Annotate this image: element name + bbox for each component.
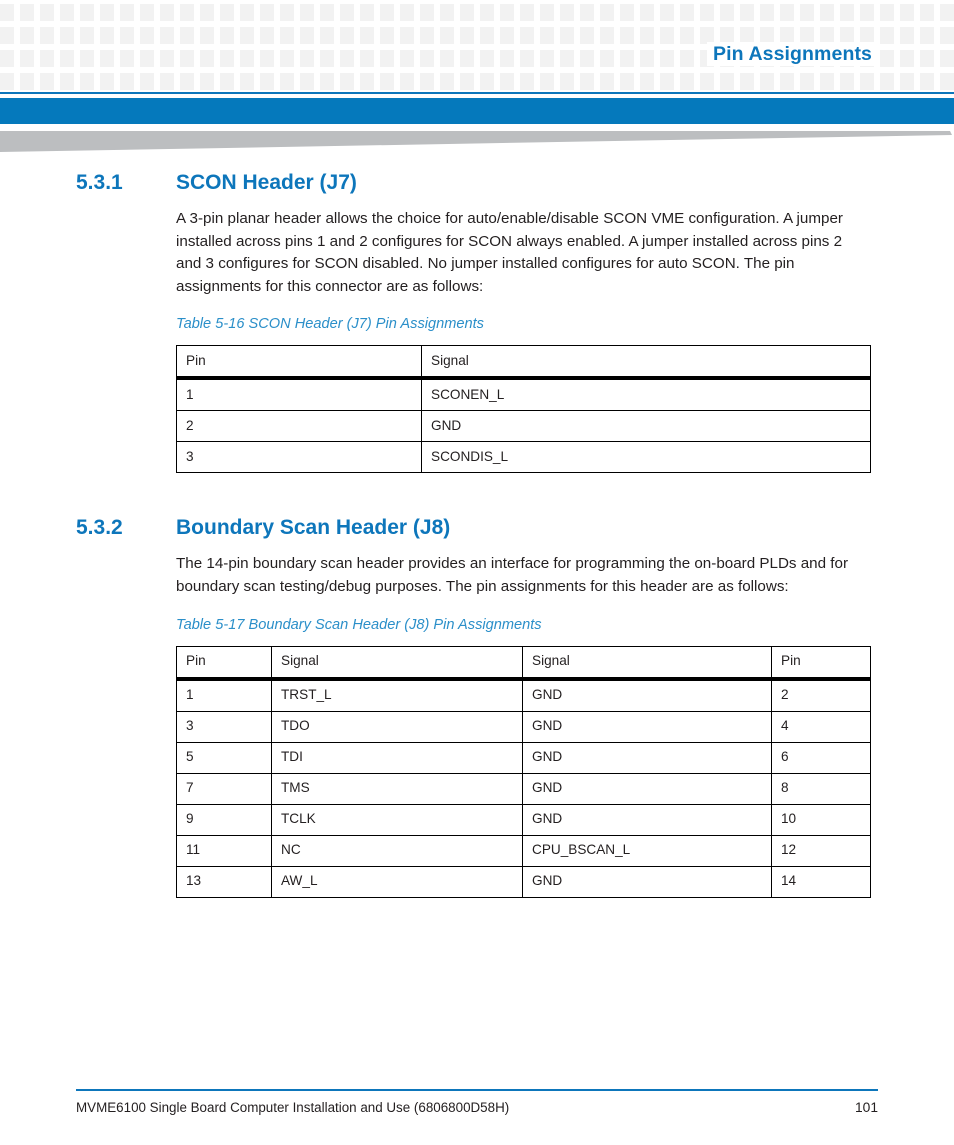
cell-pin: 2 [176,410,422,443]
footer-page-number: 101 [854,1100,878,1115]
cell-pin-right: 8 [771,772,871,805]
section-paragraph: The 14-pin boundary scan header provides… [176,555,849,595]
cell-signal-left: TCLK [271,803,523,836]
cell-signal: GND [421,410,871,443]
table-header-row: Pin Signal [176,345,871,381]
footer-rule [76,1089,878,1091]
cell-pin: 3 [176,441,422,474]
cell-signal-left: NC [271,834,523,867]
header-blue-band [0,98,954,124]
section-title: SCON Header (J7) [176,171,357,194]
table-caption: Table 5-17 Boundary Scan Header (J8) Pin… [176,616,542,633]
table-row: 13 AW_L GND 14 [176,865,871,898]
footer-document-title: MVME6100 Single Board Computer Installat… [76,1100,510,1115]
table-row: 3 SCONDIS_L [176,441,871,474]
column-header-signal: Signal [421,345,871,381]
cell-pin-left: 9 [176,803,272,836]
section-number: 5.3.1 [76,171,123,194]
table-row: 3 TDO GND 4 [176,710,871,743]
cell-signal-right: GND [522,710,772,743]
cell-signal-left: TMS [271,772,523,805]
section-heading: 5.3.2 Boundary Scan Header (J8) [0,515,954,541]
cell-pin-right: 6 [771,741,871,774]
cell-signal-left: TRST_L [271,678,523,712]
table-row: 1 SCONEN_L [176,377,871,412]
page-footer: MVME6100 Single Board Computer Installat… [76,1089,878,1115]
footer-row: MVME6100 Single Board Computer Installat… [76,1100,878,1115]
cell-signal-right: GND [522,678,772,712]
table-row: 5 TDI GND 6 [176,741,871,774]
cell-signal-right: CPU_BSCAN_L [522,834,772,867]
cell-pin-left: 3 [176,710,272,743]
section-title: Boundary Scan Header (J8) [176,516,451,540]
table-row: 11 NC CPU_BSCAN_L 12 [176,834,871,867]
section-heading: 5.3.1 SCON Header (J7) [0,170,954,196]
section-paragraph: A 3-pin planar header allows the choice … [176,210,843,295]
cell-signal-right: GND [522,803,772,836]
page-content: 5.3.1 SCON Header (J7) A 3-pin planar he… [0,170,954,898]
cell-signal-left: TDO [271,710,523,743]
table-row: 7 TMS GND 8 [176,772,871,805]
table-row: 9 TCLK GND 10 [176,803,871,836]
cell-pin-right: 10 [771,803,871,836]
cell-signal: SCONDIS_L [421,441,871,474]
section-number: 5.3.2 [76,516,123,540]
cell-signal-right: GND [522,865,772,898]
column-header-pin-right: Pin [771,645,871,681]
cell-pin-right: 4 [771,710,871,743]
cell-pin-right: 2 [771,678,871,712]
column-header-pin-left: Pin [176,645,272,681]
cell-pin-left: 1 [176,678,272,712]
section-boundary-scan-header: 5.3.2 Boundary Scan Header (J8) The 14-p… [0,515,954,898]
section-scon-header: 5.3.1 SCON Header (J7) A 3-pin planar he… [0,170,954,474]
page-header: Pin Assignments [0,0,954,96]
cell-pin-left: 5 [176,741,272,774]
scon-pin-assignments-table: Pin Signal 1 SCONEN_L 2 GND 3 SCONDIS_L [176,345,871,474]
column-header-pin: Pin [176,345,422,381]
table-caption: Table 5-16 SCON Header (J7) Pin Assignme… [176,316,484,333]
table-row: 1 TRST_L GND 2 [176,678,871,712]
cell-signal-right: GND [522,741,772,774]
table-header-row: Pin Signal Signal Pin [176,645,871,681]
cell-pin-left: 13 [176,865,272,898]
boundary-scan-pin-assignments-table: Pin Signal Signal Pin 1 TRST_L GND 2 3 T… [176,645,871,898]
cell-signal-left: TDI [271,741,523,774]
header-gray-wedge [0,131,952,152]
column-header-signal-right: Signal [522,645,772,681]
checker-row [0,73,954,90]
cell-pin-left: 11 [176,834,272,867]
header-rule [0,92,954,94]
checker-row [0,4,954,21]
running-head: Pin Assignments [707,42,876,66]
cell-pin-right: 12 [771,834,871,867]
cell-signal-right: GND [522,772,772,805]
column-header-signal-left: Signal [271,645,523,681]
cell-pin: 1 [176,377,422,412]
table-row: 2 GND [176,410,871,443]
cell-signal-left: AW_L [271,865,523,898]
cell-pin-left: 7 [176,772,272,805]
cell-signal: SCONEN_L [421,377,871,412]
cell-pin-right: 14 [771,865,871,898]
